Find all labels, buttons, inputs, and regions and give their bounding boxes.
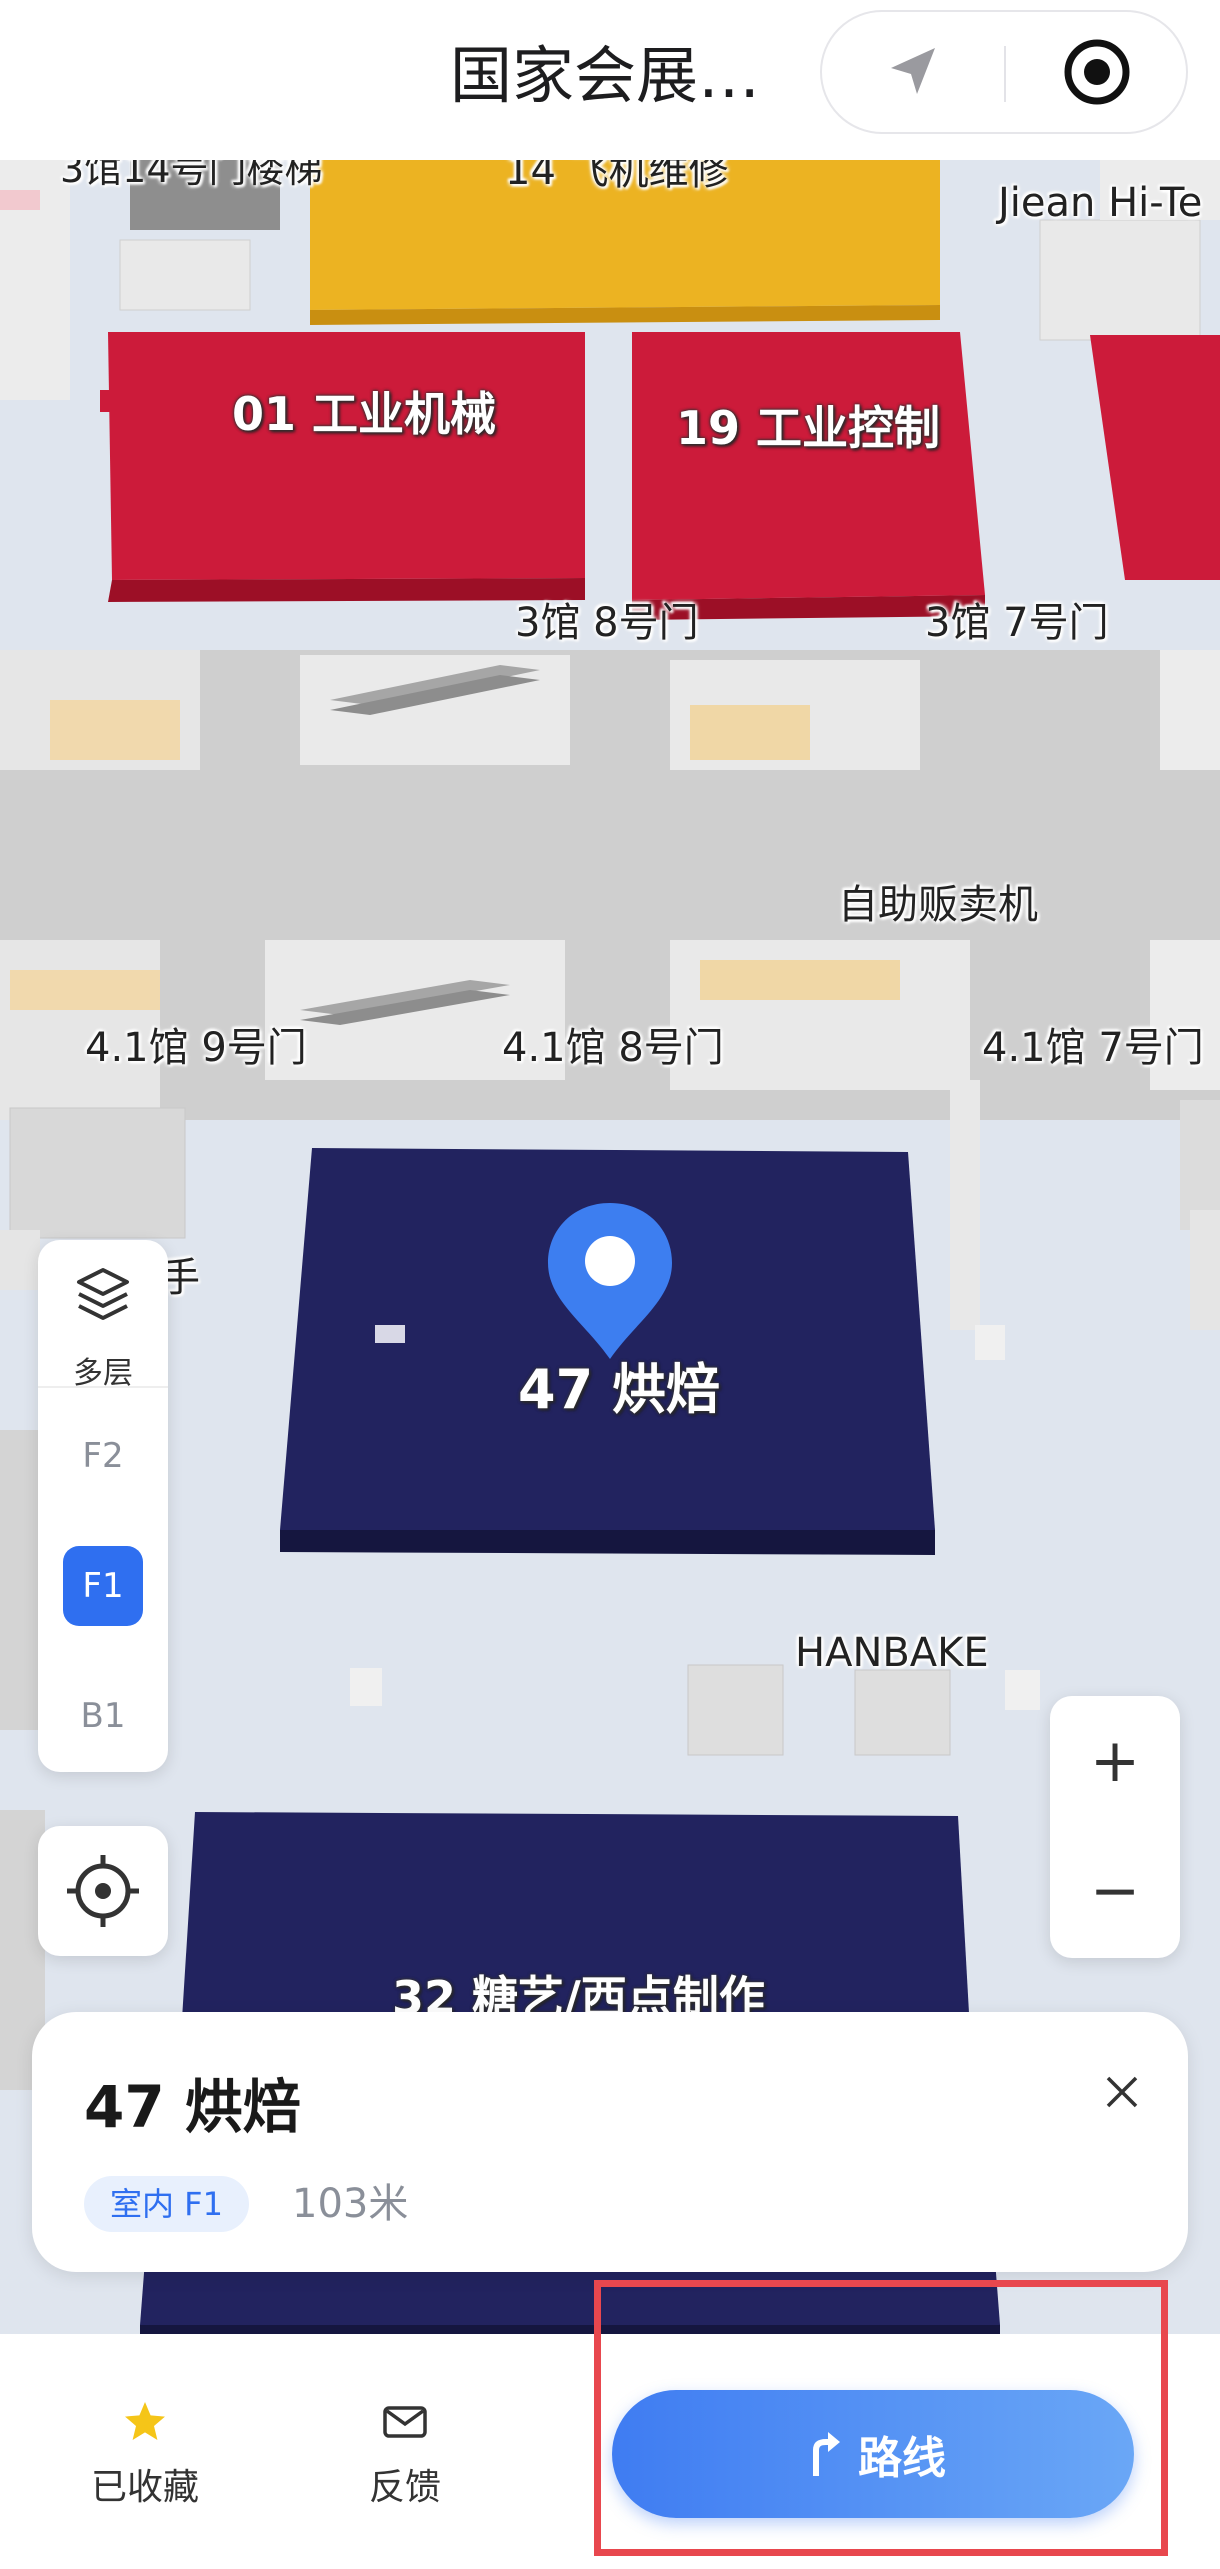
- hall-label[interactable]: 01 工业机械: [232, 378, 496, 444]
- multi-layer-button[interactable]: 多层: [38, 1258, 168, 1391]
- floor-tag: 室内 F1: [84, 2176, 249, 2232]
- map-label[interactable]: 14 飞机维修: [505, 160, 729, 196]
- page-title: 国家会展…: [450, 39, 761, 112]
- floor-f2-button[interactable]: F2: [63, 1416, 143, 1496]
- zoom-out-button[interactable]: −: [1050, 1826, 1180, 1956]
- map-label[interactable]: 4.1馆 8号门: [502, 1015, 724, 1073]
- locate-me-button[interactable]: [38, 1826, 168, 1956]
- floor-panel-divider: [38, 1386, 168, 1388]
- crosshair-icon: [67, 1855, 139, 1927]
- route-button[interactable]: 路线: [612, 2390, 1134, 2518]
- mail-icon: [383, 2406, 427, 2438]
- feedback-label: 反馈: [368, 2467, 441, 2508]
- record-target-button[interactable]: [1006, 12, 1188, 132]
- floor-f1-button[interactable]: F1: [63, 1546, 143, 1626]
- floor-b1-button[interactable]: B1: [63, 1676, 143, 1756]
- favorites-button[interactable]: 已收藏: [65, 2398, 225, 2510]
- floor-switcher: 多层 F2 F1 B1: [38, 1240, 168, 1772]
- map-label[interactable]: 自助贩卖机: [838, 872, 1038, 930]
- close-button[interactable]: [1092, 2062, 1152, 2122]
- hall-label[interactable]: 19 工业控制: [676, 392, 940, 458]
- route-label: 路线: [858, 2433, 946, 2484]
- zoom-in-button[interactable]: +: [1050, 1696, 1180, 1826]
- close-icon: [1106, 2076, 1138, 2108]
- layers-icon: [77, 1268, 129, 1320]
- favorites-label: 已收藏: [90, 2467, 199, 2508]
- star-icon: [125, 2402, 165, 2440]
- location-pin-icon[interactable]: [540, 1195, 680, 1365]
- map-label[interactable]: 4.1馆 7号门: [982, 1015, 1204, 1073]
- feedback-button[interactable]: 反馈: [325, 2398, 485, 2510]
- map-label[interactable]: 3馆 7号门: [925, 590, 1109, 648]
- navigation-arrow-button[interactable]: [822, 12, 1004, 132]
- map-label[interactable]: 3馆 8号门: [515, 590, 699, 648]
- map-label[interactable]: 3馆14号门楼梯: [60, 160, 323, 193]
- bottom-action-bar: 已收藏 反馈 路线: [0, 2334, 1220, 2569]
- distance-text: 103米: [292, 2181, 409, 2227]
- poi-info-card[interactable]: 47 烘焙 室内 F1 103米: [32, 2012, 1188, 2272]
- map-label[interactable]: HANBAKE: [795, 1630, 989, 1676]
- zoom-controls: + −: [1050, 1696, 1180, 1958]
- route-turn-icon: [813, 2432, 840, 2476]
- map-label[interactable]: 4.1馆 9号门: [85, 1015, 307, 1073]
- record-target-icon: [1064, 39, 1130, 105]
- navigation-arrow-icon: [891, 48, 935, 94]
- map-label[interactable]: Jiean Hi-Te: [998, 180, 1202, 226]
- poi-name: 47 烘焙: [84, 2073, 301, 2141]
- top-bar: 国家会展…: [0, 0, 1220, 160]
- mini-program-capsule: [820, 10, 1188, 134]
